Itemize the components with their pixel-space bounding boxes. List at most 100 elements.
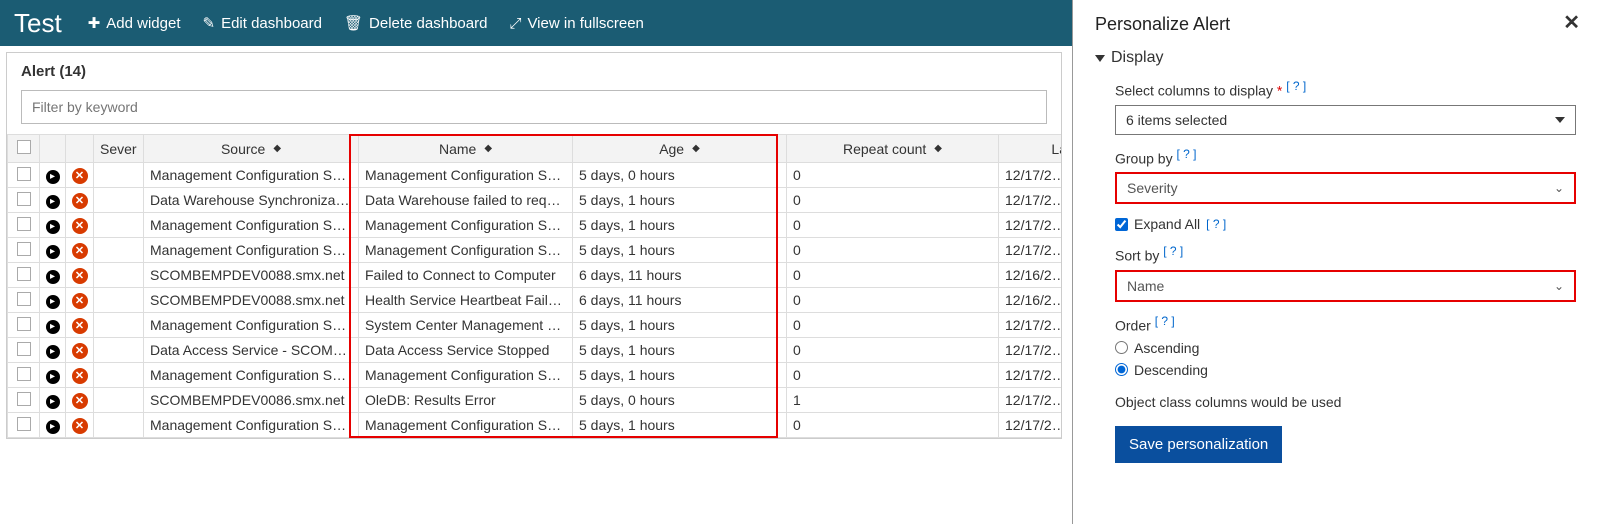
expand-row-icon[interactable]: ▸ — [46, 295, 60, 309]
last-cell: 12/17/2020 — [999, 313, 1062, 338]
expand-row-icon[interactable]: ▸ — [46, 170, 60, 184]
expand-all-checkbox[interactable] — [1115, 218, 1128, 231]
filter-input[interactable] — [21, 90, 1047, 124]
row-checkbox[interactable] — [17, 267, 31, 281]
severity-cell — [94, 238, 144, 263]
row-checkbox[interactable] — [17, 417, 31, 431]
name-header[interactable]: Name◆ — [359, 135, 573, 163]
row-checkbox[interactable] — [17, 242, 31, 256]
row-checkbox[interactable] — [17, 292, 31, 306]
source-header-label: Source — [221, 141, 265, 157]
severity-critical-icon: ✕ — [72, 193, 88, 209]
table-row[interactable]: ▸✕SCOMBEMPDEV0088.smx.netHealth Service … — [8, 288, 1062, 313]
severity-critical-icon: ✕ — [72, 243, 88, 259]
group-by-label: Group by [ ? ] — [1115, 147, 1576, 167]
columns-dropdown[interactable]: 6 items selected — [1115, 105, 1576, 135]
expand-row-icon[interactable]: ▸ — [46, 245, 60, 259]
repeat-cell: 0 — [787, 263, 999, 288]
source-cell: Management Configuration Service — [144, 238, 359, 263]
table-row[interactable]: ▸✕Management Configuration ServiceSystem… — [8, 313, 1062, 338]
severity-cell — [94, 338, 144, 363]
age-cell: 5 days, 1 hours — [573, 213, 787, 238]
expand-row-icon[interactable]: ▸ — [46, 395, 60, 409]
severity-cell — [94, 288, 144, 313]
repeat-cell: 0 — [787, 288, 999, 313]
expand-row-icon[interactable]: ▸ — [46, 345, 60, 359]
age-header[interactable]: Age◆ — [573, 135, 787, 163]
row-checkbox[interactable] — [17, 192, 31, 206]
help-icon[interactable]: [ ? ] — [1286, 79, 1306, 93]
table-row[interactable]: ▸✕SCOMBEMPDEV0088.smx.netFailed to Conne… — [8, 263, 1062, 288]
table-row[interactable]: ▸✕Management Configuration ServiceManage… — [8, 363, 1062, 388]
help-icon[interactable]: [ ? ] — [1176, 147, 1196, 161]
expand-row-icon[interactable]: ▸ — [46, 220, 60, 234]
ascending-label: Ascending — [1134, 340, 1199, 356]
fullscreen-button[interactable]: ⤢ View in fullscreen — [509, 15, 643, 32]
expand-row-icon[interactable]: ▸ — [46, 270, 60, 284]
edit-dashboard-label: Edit dashboard — [221, 15, 322, 32]
fullscreen-label: View in fullscreen — [527, 15, 643, 32]
add-widget-label: Add widget — [106, 15, 180, 32]
order-label: Order [ ? ] — [1115, 314, 1576, 334]
sort-by-dropdown[interactable]: Name ⌄ — [1115, 270, 1576, 302]
source-cell: Management Configuration Service — [144, 313, 359, 338]
name-header-label: Name — [439, 141, 476, 157]
table-row[interactable]: ▸✕Data Access Service - SCOMBEMPDEData A… — [8, 338, 1062, 363]
severity-cell — [94, 263, 144, 288]
severity-header[interactable]: Sever — [94, 135, 144, 163]
source-cell: Management Configuration Service — [144, 163, 359, 188]
age-cell: 5 days, 0 hours — [573, 163, 787, 188]
alert-grid: Sever Source◆ Name◆ Age◆ Repeat count◆ L… — [7, 134, 1061, 438]
table-row[interactable]: ▸✕Management Configuration ServiceManage… — [8, 163, 1062, 188]
name-cell: Data Access Service Stopped — [359, 338, 573, 363]
expand-row-icon[interactable]: ▸ — [46, 420, 60, 434]
ascending-radio[interactable] — [1115, 341, 1128, 354]
select-all-checkbox[interactable] — [17, 140, 31, 154]
row-checkbox[interactable] — [17, 217, 31, 231]
row-checkbox[interactable] — [17, 317, 31, 331]
repeat-cell: 0 — [787, 238, 999, 263]
help-icon[interactable]: [ ? ] — [1206, 217, 1226, 231]
table-row[interactable]: ▸✕Data Warehouse Synchronization SeData … — [8, 188, 1062, 213]
close-icon[interactable]: ✕ — [1563, 10, 1580, 35]
trash-icon: 🗑 — [344, 14, 363, 32]
alert-widget: Alert (14) Sever Source◆ Name◆ Age◆ Repe… — [6, 52, 1062, 439]
table-row[interactable]: ▸✕SCOMBEMPDEV0086.smx.netOleDB: Results … — [8, 388, 1062, 413]
chevron-down-icon — [1555, 117, 1565, 123]
row-checkbox[interactable] — [17, 342, 31, 356]
repeat-header[interactable]: Repeat count◆ — [787, 135, 999, 163]
help-icon[interactable]: [ ? ] — [1155, 314, 1175, 328]
source-header[interactable]: Source◆ — [144, 135, 359, 163]
chevron-down-icon: ⌄ — [1554, 279, 1564, 293]
edit-dashboard-button[interactable]: ✎ Edit dashboard — [202, 14, 321, 32]
display-section-label: Display — [1111, 49, 1163, 67]
repeat-cell: 0 — [787, 188, 999, 213]
severity-critical-icon: ✕ — [72, 418, 88, 434]
expand-row-icon[interactable]: ▸ — [46, 195, 60, 209]
table-row[interactable]: ▸✕Management Configuration ServiceManage… — [8, 213, 1062, 238]
add-widget-button[interactable]: ✚ Add widget — [88, 14, 181, 32]
name-cell: Health Service Heartbeat Failure — [359, 288, 573, 313]
sort-by-value: Name — [1127, 278, 1164, 294]
display-section-toggle[interactable]: Display — [1095, 49, 1576, 67]
table-row[interactable]: ▸✕Management Configuration ServiceManage… — [8, 238, 1062, 263]
help-icon[interactable]: [ ? ] — [1163, 244, 1183, 258]
name-cell: System Center Management Configu — [359, 313, 573, 338]
row-checkbox[interactable] — [17, 367, 31, 381]
name-cell: Failed to Connect to Computer — [359, 263, 573, 288]
age-cell: 5 days, 1 hours — [573, 313, 787, 338]
source-cell: SCOMBEMPDEV0088.smx.net — [144, 288, 359, 313]
row-checkbox[interactable] — [17, 167, 31, 181]
last-header[interactable]: La — [999, 135, 1062, 163]
expand-row-icon[interactable]: ▸ — [46, 370, 60, 384]
severity-cell — [94, 313, 144, 338]
descending-radio[interactable] — [1115, 363, 1128, 376]
group-by-dropdown[interactable]: Severity ⌄ — [1115, 172, 1576, 204]
delete-dashboard-button[interactable]: 🗑 Delete dashboard — [344, 14, 487, 32]
expand-row-icon[interactable]: ▸ — [46, 320, 60, 334]
row-checkbox[interactable] — [17, 392, 31, 406]
last-cell: 12/17/2020 — [999, 413, 1062, 438]
source-cell: SCOMBEMPDEV0086.smx.net — [144, 388, 359, 413]
table-row[interactable]: ▸✕Management Configuration ServiceManage… — [8, 413, 1062, 438]
save-personalization-button[interactable]: Save personalization — [1115, 426, 1282, 463]
